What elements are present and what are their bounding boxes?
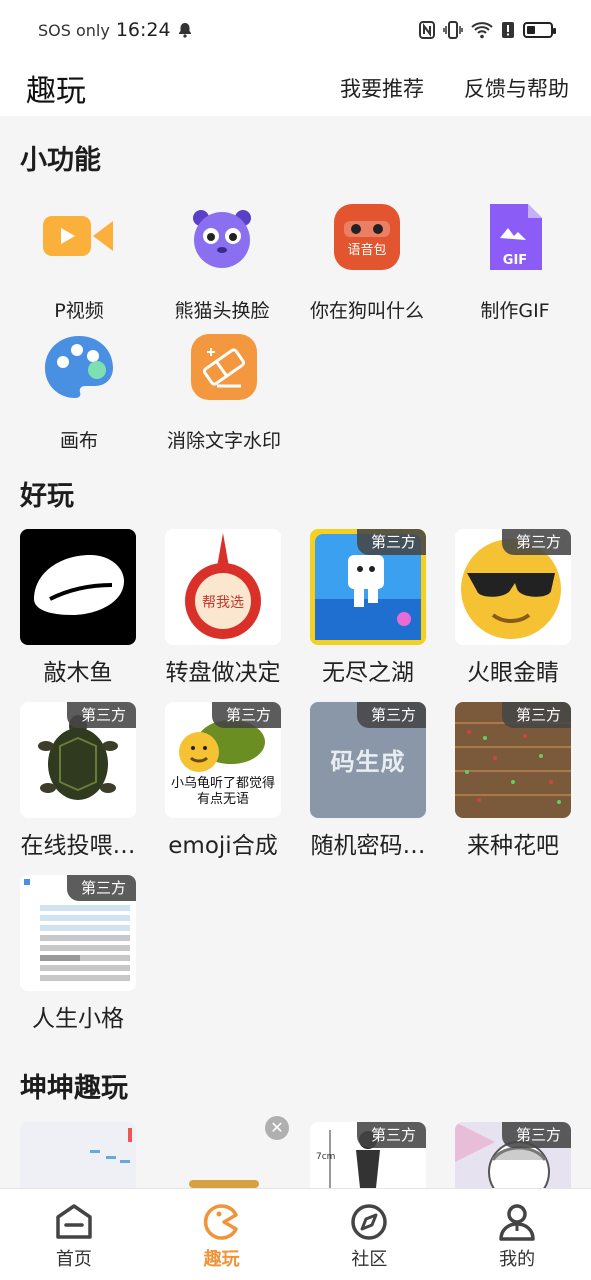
- voice-pack-text: 语音包: [347, 242, 386, 258]
- game-name: 火眼金睛: [467, 660, 559, 686]
- nav-label: 首页: [55, 1249, 92, 1270]
- status-bar: SOS only 16:24: [0, 0, 591, 60]
- third-party-tag: 第三方: [66, 702, 136, 728]
- battery-icon: [523, 22, 556, 38]
- clock: 16:24: [115, 19, 171, 41]
- main-content[interactable]: 小功能 P视频 熊猫头换脸 语音包 你在狗叫什么 GIF 制作GIF 画布 消除…: [0, 116, 591, 1188]
- carrier-text: SOS only: [38, 20, 110, 40]
- third-party-tag: 第三方: [211, 702, 281, 728]
- endless-lake-thumb: 第三方: [310, 529, 426, 645]
- game-name: 随机密码…: [310, 833, 426, 859]
- nav-community[interactable]: 社区: [296, 1189, 444, 1280]
- gif-file-icon: GIF: [482, 204, 548, 270]
- section-title-fun: 好玩: [20, 481, 74, 512]
- wheel-text: 帮我选: [202, 595, 244, 611]
- tool-remove-watermark[interactable]: 消除文字水印: [150, 334, 298, 453]
- bell-icon: [178, 23, 191, 38]
- game-name: 在线投喂…: [20, 833, 136, 859]
- eraser-icon: [191, 334, 257, 400]
- recommend-link[interactable]: 我要推荐: [340, 73, 424, 103]
- password-thumb-text: 码生成: [330, 748, 406, 776]
- nav-mine[interactable]: 我的: [443, 1189, 591, 1280]
- kunkun-card-3[interactable]: 7cm 第三方: [310, 1122, 426, 1188]
- third-party-tag: 第三方: [356, 702, 426, 728]
- third-party-tag: 第三方: [501, 702, 571, 728]
- nav-home[interactable]: 首页: [0, 1189, 148, 1280]
- turtle-thumb: 第三方: [20, 702, 136, 818]
- tool-p-video[interactable]: P视频: [5, 204, 153, 323]
- third-party-tag: 第三方: [356, 529, 426, 555]
- tool-canvas[interactable]: 画布: [5, 334, 153, 453]
- panda-face-icon: [189, 204, 255, 270]
- third-party-tag: 第三方: [66, 875, 136, 901]
- feedback-link[interactable]: 反馈与帮助: [464, 73, 569, 103]
- gif-text: GIF: [503, 253, 527, 268]
- section-title-tools: 小功能: [20, 145, 101, 176]
- game-name: 人生小格: [32, 1006, 124, 1032]
- life-grid-thumb: 第三方: [20, 875, 136, 991]
- kunkun-card-4[interactable]: 第三方: [455, 1122, 571, 1188]
- palette-icon: [45, 334, 113, 400]
- game-name: 转盘做决定: [165, 660, 281, 686]
- wifi-icon: [471, 22, 493, 39]
- voice-pack-icon: 语音包: [334, 204, 400, 270]
- kunkun-card-2[interactable]: ✕: [165, 1116, 289, 1188]
- game-name: 无尽之湖: [322, 660, 414, 686]
- third-party-tag: 第三方: [501, 529, 571, 555]
- close-ad-icon[interactable]: ✕: [265, 1116, 289, 1140]
- game-card-emoji-merge[interactable]: 小乌龟听了都觉得有点无语 第三方 emoji合成: [165, 702, 281, 860]
- tool-label: P视频: [54, 300, 104, 322]
- nav-label: 我的: [499, 1249, 536, 1270]
- bottom-navigation: 首页 趣玩 社区 我的: [0, 1188, 591, 1280]
- game-card-wheel-decide[interactable]: 帮我选 转盘做决定: [165, 529, 281, 687]
- person-icon: [499, 1204, 535, 1241]
- tool-panda-face[interactable]: 熊猫头换脸: [148, 204, 296, 323]
- tool-label: 消除文字水印: [166, 430, 281, 452]
- flowers-thumb: 第三方: [455, 702, 571, 818]
- tool-label: 制作GIF: [480, 300, 550, 322]
- pacman-icon: [203, 1204, 238, 1240]
- game-name: 来种花吧: [467, 833, 559, 859]
- game-card-life-grid[interactable]: 第三方 人生小格: [20, 875, 136, 1033]
- game-card-wooden-fish[interactable]: 敲木鱼: [20, 529, 136, 687]
- game-card-endless-lake[interactable]: 第三方 无尽之湖: [310, 529, 426, 687]
- kunkun-card-1[interactable]: [20, 1122, 136, 1188]
- emoji-merge-caption: 小乌龟听了都觉得有点无语: [171, 776, 276, 807]
- nav-fun[interactable]: 趣玩: [148, 1189, 296, 1280]
- emoji-merge-thumb: 小乌龟听了都觉得有点无语 第三方: [165, 702, 281, 818]
- vibrate-icon: [443, 21, 463, 39]
- wooden-fish-thumb: [20, 529, 136, 645]
- kunkun-thumb-4: 第三方: [455, 1122, 571, 1188]
- game-card-random-password[interactable]: 码生成 第三方 随机密码…: [310, 702, 426, 860]
- game-card-plant-flowers[interactable]: 第三方 来种花吧: [455, 702, 571, 860]
- game-card-sharp-eyes[interactable]: 第三方 火眼金睛: [455, 529, 571, 687]
- kunkun-thumb-2: [165, 1122, 281, 1188]
- alert-icon: [502, 22, 514, 38]
- nav-label: 社区: [351, 1249, 388, 1270]
- tool-make-gif[interactable]: GIF 制作GIF: [441, 204, 589, 323]
- game-name: emoji合成: [168, 833, 278, 859]
- nfc-icon: [419, 21, 435, 39]
- section-title-kunkun: 坤坤趣玩: [20, 1073, 128, 1104]
- kunkun-thumb-3: 7cm 第三方: [310, 1122, 426, 1188]
- tool-label: 画布: [59, 430, 98, 452]
- password-thumb: 码生成 第三方: [310, 702, 426, 818]
- third-party-tag: 第三方: [356, 1122, 426, 1148]
- page-title: 趣玩: [26, 74, 86, 109]
- game-name: 敲木鱼: [43, 660, 113, 686]
- home-icon: [56, 1204, 92, 1239]
- kunkun-thumb-1: [20, 1122, 136, 1188]
- tool-voice-pack[interactable]: 语音包 你在狗叫什么: [293, 204, 441, 323]
- nav-label: 趣玩: [203, 1249, 240, 1270]
- tool-label: 熊猫头换脸: [174, 300, 270, 322]
- sharp-eyes-thumb: 第三方: [455, 529, 571, 645]
- video-camera-icon: [43, 204, 113, 270]
- third-party-tag: 第三方: [501, 1122, 571, 1148]
- wheel-thumb: 帮我选: [165, 529, 281, 645]
- compass-icon: [351, 1204, 388, 1240]
- tool-label: 你在狗叫什么: [309, 300, 424, 322]
- app-header: 趣玩 我要推荐 反馈与帮助: [0, 60, 591, 116]
- game-card-feed-online[interactable]: 第三方 在线投喂…: [20, 702, 136, 860]
